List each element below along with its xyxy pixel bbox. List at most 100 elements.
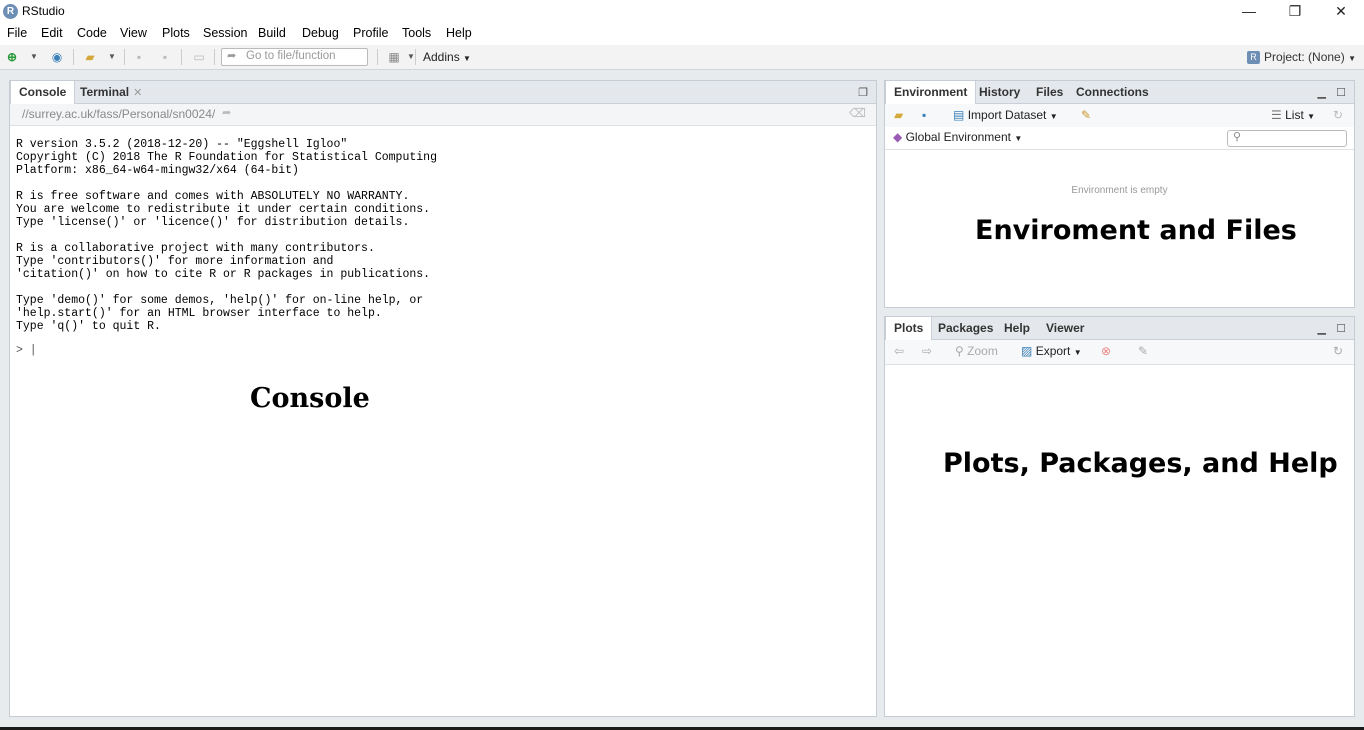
minimize-pane-icon[interactable]: ▁	[1318, 322, 1326, 335]
environment-scope-bar: ◆ Global Environment ▼ ⚲	[885, 127, 1354, 150]
tab-connections[interactable]: Connections	[1068, 81, 1157, 103]
arrow-right-icon: ➦	[227, 50, 237, 62]
clear-console-icon[interactable]: ⌫	[849, 106, 866, 120]
toolbar-separator	[415, 49, 416, 65]
import-dataset-label: Import Dataset	[967, 108, 1047, 122]
refresh-icon[interactable]: ↻	[1333, 108, 1343, 122]
forward-arrow-icon[interactable]: ⇨	[922, 344, 932, 358]
save-workspace-icon[interactable]: ▪	[922, 108, 926, 122]
environment-tabbar: Environment History Files Connections ▁ …	[885, 81, 1354, 104]
tab-files[interactable]: Files	[1028, 81, 1071, 103]
go-to-directory-icon[interactable]: ➦	[222, 106, 231, 119]
restore-button[interactable]: ❐	[1272, 0, 1318, 23]
addins-label: Addins	[423, 50, 460, 64]
console-overlay-label: Console	[250, 383, 370, 414]
environment-icon: ◆	[893, 130, 903, 144]
tab-history[interactable]: History	[971, 81, 1028, 103]
minimize-button[interactable]: —	[1226, 0, 1272, 23]
export-icon: ▨	[1021, 344, 1033, 358]
menu-plots[interactable]: Plots	[162, 26, 190, 40]
toolbar-separator	[214, 49, 215, 65]
back-arrow-icon[interactable]: ⇦	[894, 344, 904, 358]
console-path-bar: //surrey.ac.uk/fass/Personal/sn0024/ ➦ ⌫	[10, 104, 876, 126]
toolbar-separator	[124, 49, 125, 65]
tab-help[interactable]: Help	[996, 317, 1038, 339]
zoom-label: Zoom	[967, 344, 998, 358]
global-environment-dropdown[interactable]: ◆ Global Environment ▼	[893, 130, 1022, 144]
tab-terminal[interactable]: Terminal ✕	[72, 81, 150, 103]
close-tab-icon[interactable]: ✕	[133, 87, 142, 99]
menu-debug[interactable]: Debug	[302, 26, 339, 40]
panes-dropdown-icon[interactable]: ▼	[403, 49, 419, 65]
open-dropdown-icon[interactable]: ▼	[104, 49, 120, 65]
zoom-icon: ⚲	[955, 344, 964, 358]
maximize-pane-icon[interactable]: ☐	[1336, 86, 1346, 99]
zoom-button[interactable]: ⚲ Zoom	[955, 344, 998, 358]
refresh-icon[interactable]: ↻	[1333, 344, 1343, 358]
tab-packages[interactable]: Packages	[930, 317, 1001, 339]
menu-session[interactable]: Session	[203, 26, 247, 40]
rstudio-logo-icon: R	[3, 4, 18, 19]
menu-file[interactable]: File	[7, 26, 27, 40]
broom-icon[interactable]: ✎	[1081, 108, 1091, 122]
go-to-file-placeholder: Go to file/function	[246, 50, 336, 62]
project-menu[interactable]: R Project: (None) ▼	[1247, 50, 1356, 65]
plots-toolbar: ⇦ ⇨ ⚲ Zoom ▨ Export ▼ ⊗ ✎ ↻	[885, 340, 1354, 365]
environment-empty-text: Environment is empty	[1071, 185, 1168, 196]
environment-pane: Environment History Files Connections ▁ …	[884, 80, 1355, 308]
new-project-icon[interactable]: ◉	[49, 49, 65, 65]
menu-bar: File Edit Code View Plots Session Build …	[0, 23, 1364, 45]
menu-code[interactable]: Code	[77, 26, 107, 40]
new-file-dropdown-icon[interactable]: ▼	[26, 49, 42, 65]
print-icon[interactable]: ▭	[191, 49, 207, 65]
plots-tabbar: Plots Packages Help Viewer ▁ ☐	[885, 317, 1354, 340]
menu-edit[interactable]: Edit	[41, 26, 63, 40]
tab-terminal-label: Terminal	[80, 85, 130, 99]
menu-tools[interactable]: Tools	[402, 26, 431, 40]
pane-splitter[interactable]	[877, 80, 884, 716]
tab-environment[interactable]: Environment	[885, 81, 977, 104]
go-to-file-input[interactable]: ➦ Go to file/function	[221, 48, 368, 66]
tab-console[interactable]: Console	[10, 81, 76, 104]
new-file-icon[interactable]: ⊕	[4, 49, 20, 65]
plots-overlay-label: Plots, Packages, and Help	[943, 448, 1338, 479]
list-icon: ☰	[1271, 108, 1282, 122]
menu-profile[interactable]: Profile	[353, 26, 388, 40]
addins-menu[interactable]: Addins ▼	[423, 50, 471, 64]
minimize-pane-icon[interactable]: ▁	[1318, 86, 1326, 99]
project-icon: R	[1247, 51, 1261, 65]
menu-view[interactable]: View	[120, 26, 147, 40]
menu-help[interactable]: Help	[446, 26, 472, 40]
close-button[interactable]: ✕	[1318, 0, 1364, 23]
environment-search-input[interactable]: ⚲	[1227, 130, 1347, 147]
console-prompt[interactable]: > |	[16, 344, 37, 357]
tab-plots[interactable]: Plots	[885, 317, 933, 340]
working-directory: //surrey.ac.uk/fass/Personal/sn0024/	[22, 107, 216, 121]
environment-overlay-label: Enviroment and Files	[975, 215, 1297, 246]
menu-build[interactable]: Build	[258, 26, 286, 40]
window-title: RStudio	[22, 4, 65, 18]
environment-toolbar: ▰ ▪ ▤ Import Dataset ▼ ✎ ☰ List ▼ ↻	[885, 104, 1354, 129]
maximize-pane-icon[interactable]: ☐	[1336, 322, 1346, 335]
console-pane: Console Terminal ✕ ❐ //surrey.ac.uk/fass/…	[9, 80, 877, 717]
tab-viewer[interactable]: Viewer	[1038, 317, 1092, 339]
export-label: Export	[1035, 344, 1071, 358]
broom-icon[interactable]: ✎	[1138, 344, 1148, 358]
restore-pane-icon[interactable]: ❐	[858, 86, 868, 99]
open-file-icon[interactable]: ▰	[82, 49, 98, 65]
main-toolbar: ⊕ ▼ ◉ ▰ ▼ ▪ ▪ ▭ ➦ Go to file/function ▦ …	[0, 45, 1364, 70]
save-icon[interactable]: ▪	[131, 49, 147, 65]
list-view-button[interactable]: ☰ List ▼	[1271, 108, 1315, 122]
console-output: R version 3.5.2 (2018-12-20) -- "Eggshel…	[16, 138, 437, 333]
load-workspace-icon[interactable]: ▰	[894, 108, 903, 122]
import-dataset-button[interactable]: ▤ Import Dataset ▼	[953, 108, 1058, 122]
export-button[interactable]: ▨ Export ▼	[1021, 344, 1082, 358]
save-all-icon[interactable]: ▪	[157, 49, 173, 65]
plots-pane: Plots Packages Help Viewer ▁ ☐ ⇦ ⇨ ⚲ Zoo…	[884, 316, 1355, 717]
workspace-panes-icon[interactable]: ▦	[386, 49, 402, 65]
toolbar-separator	[181, 49, 182, 65]
toolbar-separator	[73, 49, 74, 65]
remove-plot-icon[interactable]: ⊗	[1101, 344, 1111, 358]
toolbar-separator	[377, 49, 378, 65]
project-label: Project: (None)	[1264, 50, 1345, 64]
